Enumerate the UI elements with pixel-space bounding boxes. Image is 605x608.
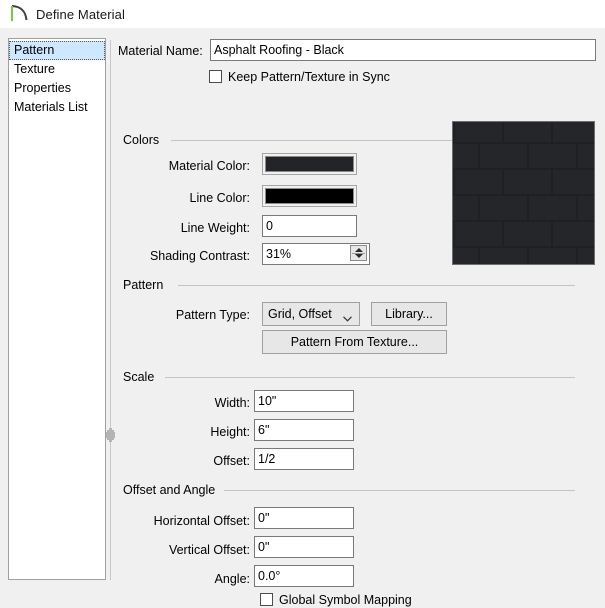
group-divider: [178, 285, 575, 286]
material-name-label: Material Name:: [118, 44, 203, 58]
preview-brick: [453, 248, 478, 264]
global-symbol-mapping-label: Global Symbol Mapping: [279, 593, 412, 607]
offset-angle-group-header: Offset and Angle: [123, 482, 575, 498]
stepper-up-icon[interactable]: [354, 248, 363, 252]
pattern-group-label: Pattern: [123, 277, 170, 293]
pattern-type-value: Grid, Offset: [268, 307, 332, 321]
line-color-fill: [265, 188, 354, 204]
scale-offset-label: Offset:: [213, 454, 250, 468]
line-color-label: Line Color:: [189, 191, 250, 205]
preview-brick: [504, 222, 551, 246]
pane-splitter[interactable]: [110, 40, 111, 580]
dialog-body: Pattern Texture Properties Materials Lis…: [0, 28, 605, 607]
library-button[interactable]: Library...: [371, 302, 447, 326]
group-divider: [165, 377, 575, 378]
preview-brick: [453, 144, 478, 168]
preview-brick: [455, 222, 502, 246]
line-weight-label: Line Weight:: [180, 221, 250, 235]
offset-angle-group-label: Offset and Angle: [123, 482, 222, 498]
scale-width-input[interactable]: 10": [254, 390, 354, 412]
preview-brick: [504, 170, 551, 194]
horizontal-offset-label: Horizontal Offset:: [153, 514, 250, 528]
line-color-swatch[interactable]: [262, 185, 357, 207]
category-list[interactable]: Pattern Texture Properties Materials Lis…: [8, 38, 106, 580]
chevron-down-icon[interactable]: [343, 311, 352, 322]
group-divider: [224, 490, 575, 491]
window-title: Define Material: [36, 6, 125, 22]
preview-brick: [553, 170, 594, 194]
pattern-type-label: Pattern Type:: [175, 308, 250, 322]
line-weight-input[interactable]: 0: [262, 215, 357, 237]
preview-brick: [529, 248, 576, 264]
arc-material-icon: [8, 3, 30, 25]
sidebar-item-texture[interactable]: Texture: [9, 60, 105, 79]
checkbox-box[interactable]: [209, 70, 222, 83]
keep-pattern-texture-in-sync-label: Keep Pattern/Texture in Sync: [228, 70, 390, 84]
preview-brick: [553, 122, 594, 142]
angle-input[interactable]: 0.0°: [254, 565, 354, 587]
checkbox-box[interactable]: [260, 593, 273, 606]
splitter-grip-icon[interactable]: [106, 428, 115, 442]
material-color-swatch[interactable]: [262, 153, 357, 175]
scale-group-label: Scale: [123, 369, 161, 385]
preview-brick: [504, 122, 551, 142]
pattern-group-header: Pattern: [123, 277, 575, 293]
preview-brick: [578, 196, 594, 220]
window-titlebar: Define Material: [0, 0, 605, 29]
stepper-down-icon[interactable]: [354, 254, 363, 258]
sidebar-item-properties[interactable]: Properties: [9, 79, 105, 98]
preview-brick: [455, 122, 502, 142]
pattern-from-texture-button[interactable]: Pattern From Texture...: [262, 330, 447, 354]
material-color-label: Material Color:: [168, 159, 250, 173]
pattern-panel: Material Name: Asphalt Roofing - Black K…: [118, 28, 605, 607]
preview-brick: [578, 144, 594, 168]
vertical-offset-label: Vertical Offset:: [168, 543, 250, 557]
sidebar-item-materials-list[interactable]: Materials List: [9, 98, 105, 117]
horizontal-offset-input[interactable]: 0": [254, 507, 354, 529]
pattern-type-select[interactable]: Grid, Offset: [262, 302, 360, 326]
scale-height-label: Height:: [210, 425, 250, 439]
scale-height-input[interactable]: 6": [254, 419, 354, 441]
preview-brick: [480, 248, 527, 264]
material-color-fill: [265, 156, 354, 172]
preview-brick: [480, 196, 527, 220]
shading-contrast-label: Shading Contrast:: [149, 249, 250, 263]
preview-brick: [578, 248, 594, 264]
colors-group-header: Colors: [123, 132, 453, 148]
shading-contrast-stepper[interactable]: [350, 245, 367, 261]
preview-brick: [529, 196, 576, 220]
angle-label: Angle:: [214, 572, 250, 586]
group-divider: [171, 140, 453, 141]
material-name-input[interactable]: Asphalt Roofing - Black: [210, 39, 596, 61]
vertical-offset-input[interactable]: 0": [254, 536, 354, 558]
preview-brick: [553, 222, 594, 246]
preview-brick: [529, 144, 576, 168]
colors-group-label: Colors: [123, 132, 166, 148]
preview-brick: [455, 170, 502, 194]
sidebar-item-pattern[interactable]: Pattern: [9, 41, 105, 60]
scale-group-header: Scale: [123, 369, 575, 385]
preview-brick: [453, 196, 478, 220]
preview-brick: [480, 144, 527, 168]
scale-offset-input[interactable]: 1/2: [254, 448, 354, 470]
material-pattern-preview: [452, 121, 595, 265]
scale-width-label: Width:: [214, 396, 250, 410]
